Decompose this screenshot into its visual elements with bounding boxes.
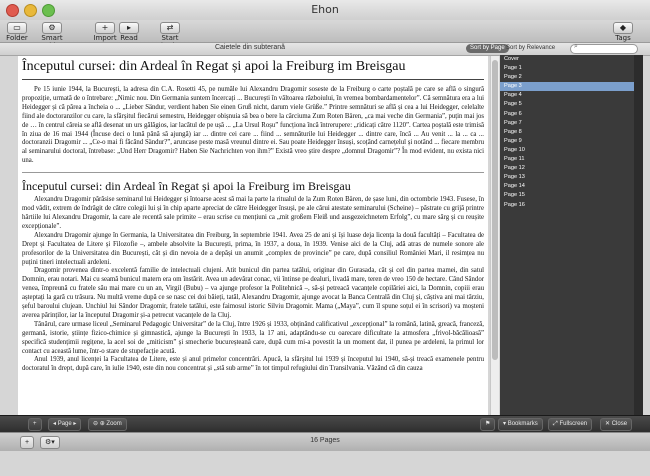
fullscreen-button[interactable]: ⤢ Fullscreen [548,418,593,431]
sidebar-item-page[interactable]: Page 5 [500,100,634,109]
folder-icon: ▭ [7,22,27,34]
gear-icon: ⚙ [42,22,62,34]
divider [22,172,484,174]
main-toolbar: ▭ Folder ⚙ Smart Folder + Import ▸ Read … [0,20,650,50]
document-page[interactable]: Începutul cursei: din Ardeal în Regat și… [18,56,488,415]
reader-controls-bar: + ◂ Page ▸ ⊖ ⊕ Zoom ⚑ ▾ Bookmarks ⤢ Full… [0,415,650,432]
close-reader-button[interactable]: ✕ Close [600,418,633,431]
sort-by-relevance-button[interactable]: Sort by Relevance [502,44,559,53]
bookmark-icon[interactable]: ⚑ [480,418,496,431]
sidebar-item-page[interactable]: Page 1 [500,64,634,73]
import-button[interactable]: + Import [92,20,118,42]
sidebar-item-page[interactable]: Page 10 [500,146,634,155]
smart-folder-button[interactable]: ⚙ Smart Folder [30,20,74,50]
bookmarks-button[interactable]: ▾ Bookmarks [498,418,543,431]
sidebar-item-page[interactable]: Page 14 [500,182,634,191]
document-scrollbar[interactable] [490,56,499,415]
sidebar-item-page[interactable]: Page 8 [500,128,634,137]
arrow-right-icon: ▸ [71,421,77,427]
read-button[interactable]: ▸ Read [116,20,142,42]
window-title: Ehon [311,3,339,16]
plus-icon: + [95,22,115,34]
section-heading: Începutul cursei: din Ardeal în Regat și… [22,59,406,74]
sidebar-item-page[interactable]: Page 13 [500,173,634,182]
paragraph: Anul 1939, anul licenței la Facultatea d… [22,356,484,373]
folder-button[interactable]: ▭ Folder [4,20,30,42]
paragraph: Pe 15 iunie 1944, la București, la adres… [22,86,484,165]
add-page-button[interactable]: + [28,418,42,431]
close-icon: ✕ [605,421,612,427]
tags-button[interactable]: ◆ Tags [610,20,636,42]
sidebar-item-page[interactable]: Page 11 [500,155,634,164]
page-count: 16 Pages [310,437,340,444]
paragraph: Dragomir provenea dintr-o excelentă fami… [22,267,484,319]
zoom-button[interactable]: ⊖ ⊕ Zoom [88,418,127,431]
page-button[interactable]: ◂ Page ▸ [48,418,82,431]
paragraph: Alexandru Dragomir părăsise seminarul lu… [22,196,484,230]
tag-icon: ◆ [613,22,633,34]
sidebar-scrollbar[interactable] [634,55,643,415]
document-title: Caietele din subterană [214,44,286,51]
paragraph: Alexandru Dragomir ajunge în Germania, l… [22,231,484,266]
share-icon: ⇄ [160,22,180,34]
page-list-sidebar: Cover Page 1 Page 2 Page 3 Page 4 Page 5 Page … [500,55,634,415]
title-bar: Ehon [0,0,650,20]
sidebar-item-page[interactable]: Page 7 [500,119,634,128]
zoom-out-icon: ⊖ [93,421,100,427]
app-window: Ehon ▭ Folder ⚙ Smart Folder + Import ▸ … [0,0,650,476]
sidebar-item-page[interactable]: Page 15 [500,191,634,200]
scrollbar-thumb[interactable] [492,60,498,360]
sidebar-item-page[interactable]: Page 4 [500,91,634,100]
arrow-right-icon: ▸ [119,22,139,34]
start-sharing-button[interactable]: ⇄ Start Sharing [150,20,190,50]
paragraph: Tânărul, care urmase liceul „Seminarul P… [22,320,484,355]
sidebar-item-page[interactable]: Page 16 [500,201,634,210]
section-heading-repeat: Începutul cursei: din Ardeal în Regat și… [22,179,351,194]
sidebar-item-page[interactable]: Page 3 [500,82,634,92]
sidebar-item-page[interactable]: Page 2 [500,73,634,82]
sidebar-item-page[interactable]: Page 12 [500,164,634,173]
search-icon: ⌕ [574,43,578,50]
sidebar-item-page[interactable]: Cover [500,55,634,64]
sidebar-item-page[interactable]: Page 9 [500,137,634,146]
heading-rule [22,79,484,80]
sidebar-item-page[interactable]: Page 6 [500,110,634,119]
search-input[interactable]: ⌕ [570,43,638,54]
status-bar: + ⚙▾ 16 Pages [0,432,650,451]
